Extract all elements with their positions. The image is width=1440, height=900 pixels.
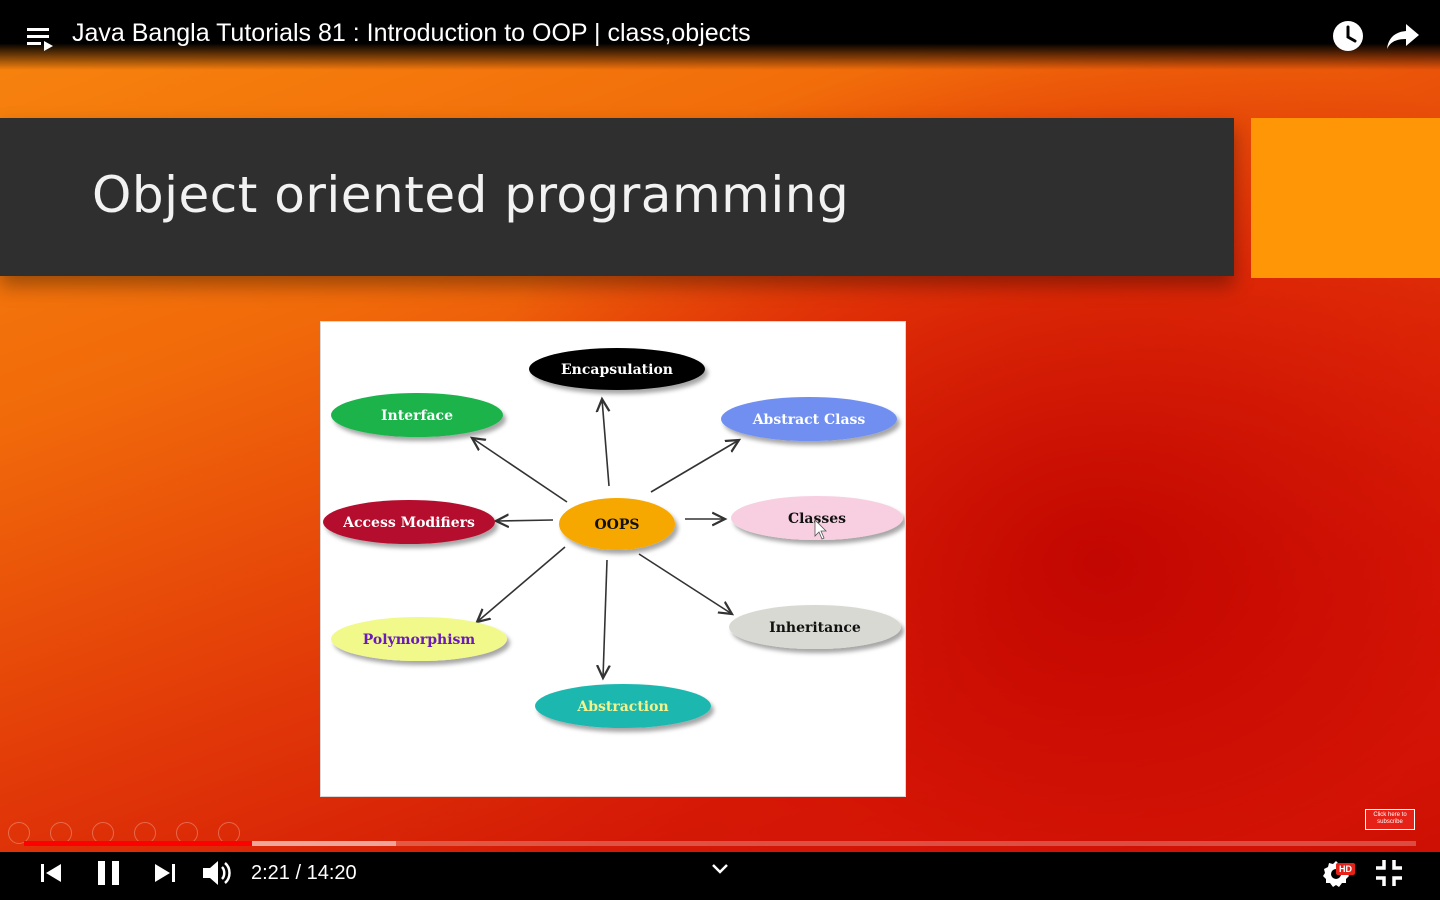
node-interface-label: Interface — [381, 408, 453, 424]
node-access-modifiers-label: Access Modifiers — [342, 515, 475, 531]
skip-next-icon[interactable] — [154, 862, 176, 884]
oops-diagram-svg: Encapsulation Interface Abstract Class Acce… — [323, 348, 903, 728]
arrow-to-abstract-class — [650, 440, 739, 493]
subscribe-watermark[interactable]: Click here to subscribe — [1365, 809, 1415, 830]
node-encapsulation: Encapsulation — [529, 348, 705, 390]
node-abstraction: Abstraction — [535, 684, 711, 728]
video-frame: Object oriented programming Encapsulatio… — [0, 0, 1440, 900]
node-polymorphism: Polymorphism — [331, 617, 507, 661]
oops-diagram: Encapsulation Interface Abstract Class Acce… — [320, 321, 906, 797]
watermark-line-2: subscribe — [1377, 819, 1403, 825]
playlist-icon[interactable] — [27, 26, 55, 52]
node-oops-label: OOPS — [594, 517, 639, 533]
node-interface: Interface — [331, 393, 503, 437]
node-abstract-class: Abstract Class — [721, 397, 897, 441]
arrow-to-interface — [472, 438, 568, 503]
node-inheritance-label: Inheritance — [769, 620, 861, 636]
arrow-to-abstraction — [603, 559, 607, 678]
video-title[interactable]: Java Bangla Tutorials 81 : Introduction … — [72, 19, 751, 48]
current-time: 2:21 — [251, 862, 290, 884]
node-polymorphism-label: Polymorphism — [363, 632, 476, 648]
arrow-to-access-modifiers — [496, 520, 554, 521]
node-inheritance: Inheritance — [729, 605, 901, 649]
arrow-to-polymorphism — [477, 546, 566, 622]
pause-icon[interactable] — [96, 860, 122, 886]
clock-icon[interactable] — [1332, 20, 1364, 52]
slide-title: Object oriented programming — [92, 166, 850, 224]
top-bar: Java Bangla Tutorials 81 : Introduction … — [0, 0, 1440, 70]
video-player[interactable]: Object oriented programming Encapsulatio… — [0, 0, 1440, 900]
node-abstraction-label: Abstraction — [576, 699, 668, 715]
watermark-line-1: Click here to — [1373, 812, 1407, 818]
arrow-to-inheritance — [638, 553, 732, 614]
exit-fullscreen-icon[interactable] — [1375, 859, 1403, 887]
arrow-to-encapsulation — [602, 399, 609, 487]
node-abstract-class-label: Abstract Class — [752, 412, 866, 428]
chevron-down-icon[interactable] — [711, 863, 729, 875]
share-icon[interactable] — [1386, 22, 1420, 50]
progress-played — [24, 841, 253, 846]
duration: 14:20 — [306, 862, 357, 884]
node-oops: OOPS — [559, 498, 675, 550]
node-access-modifiers: Access Modifiers — [323, 500, 495, 544]
slide-accent-block — [1251, 118, 1440, 278]
time-separator: / — [295, 862, 302, 884]
skip-previous-icon[interactable] — [40, 862, 62, 884]
volume-icon[interactable] — [202, 858, 234, 888]
progress-bar[interactable] — [24, 841, 1416, 846]
node-encapsulation-label: Encapsulation — [561, 362, 673, 378]
hd-badge: HD — [1336, 863, 1355, 875]
time-display: 2:21 / 14:20 — [251, 862, 357, 885]
